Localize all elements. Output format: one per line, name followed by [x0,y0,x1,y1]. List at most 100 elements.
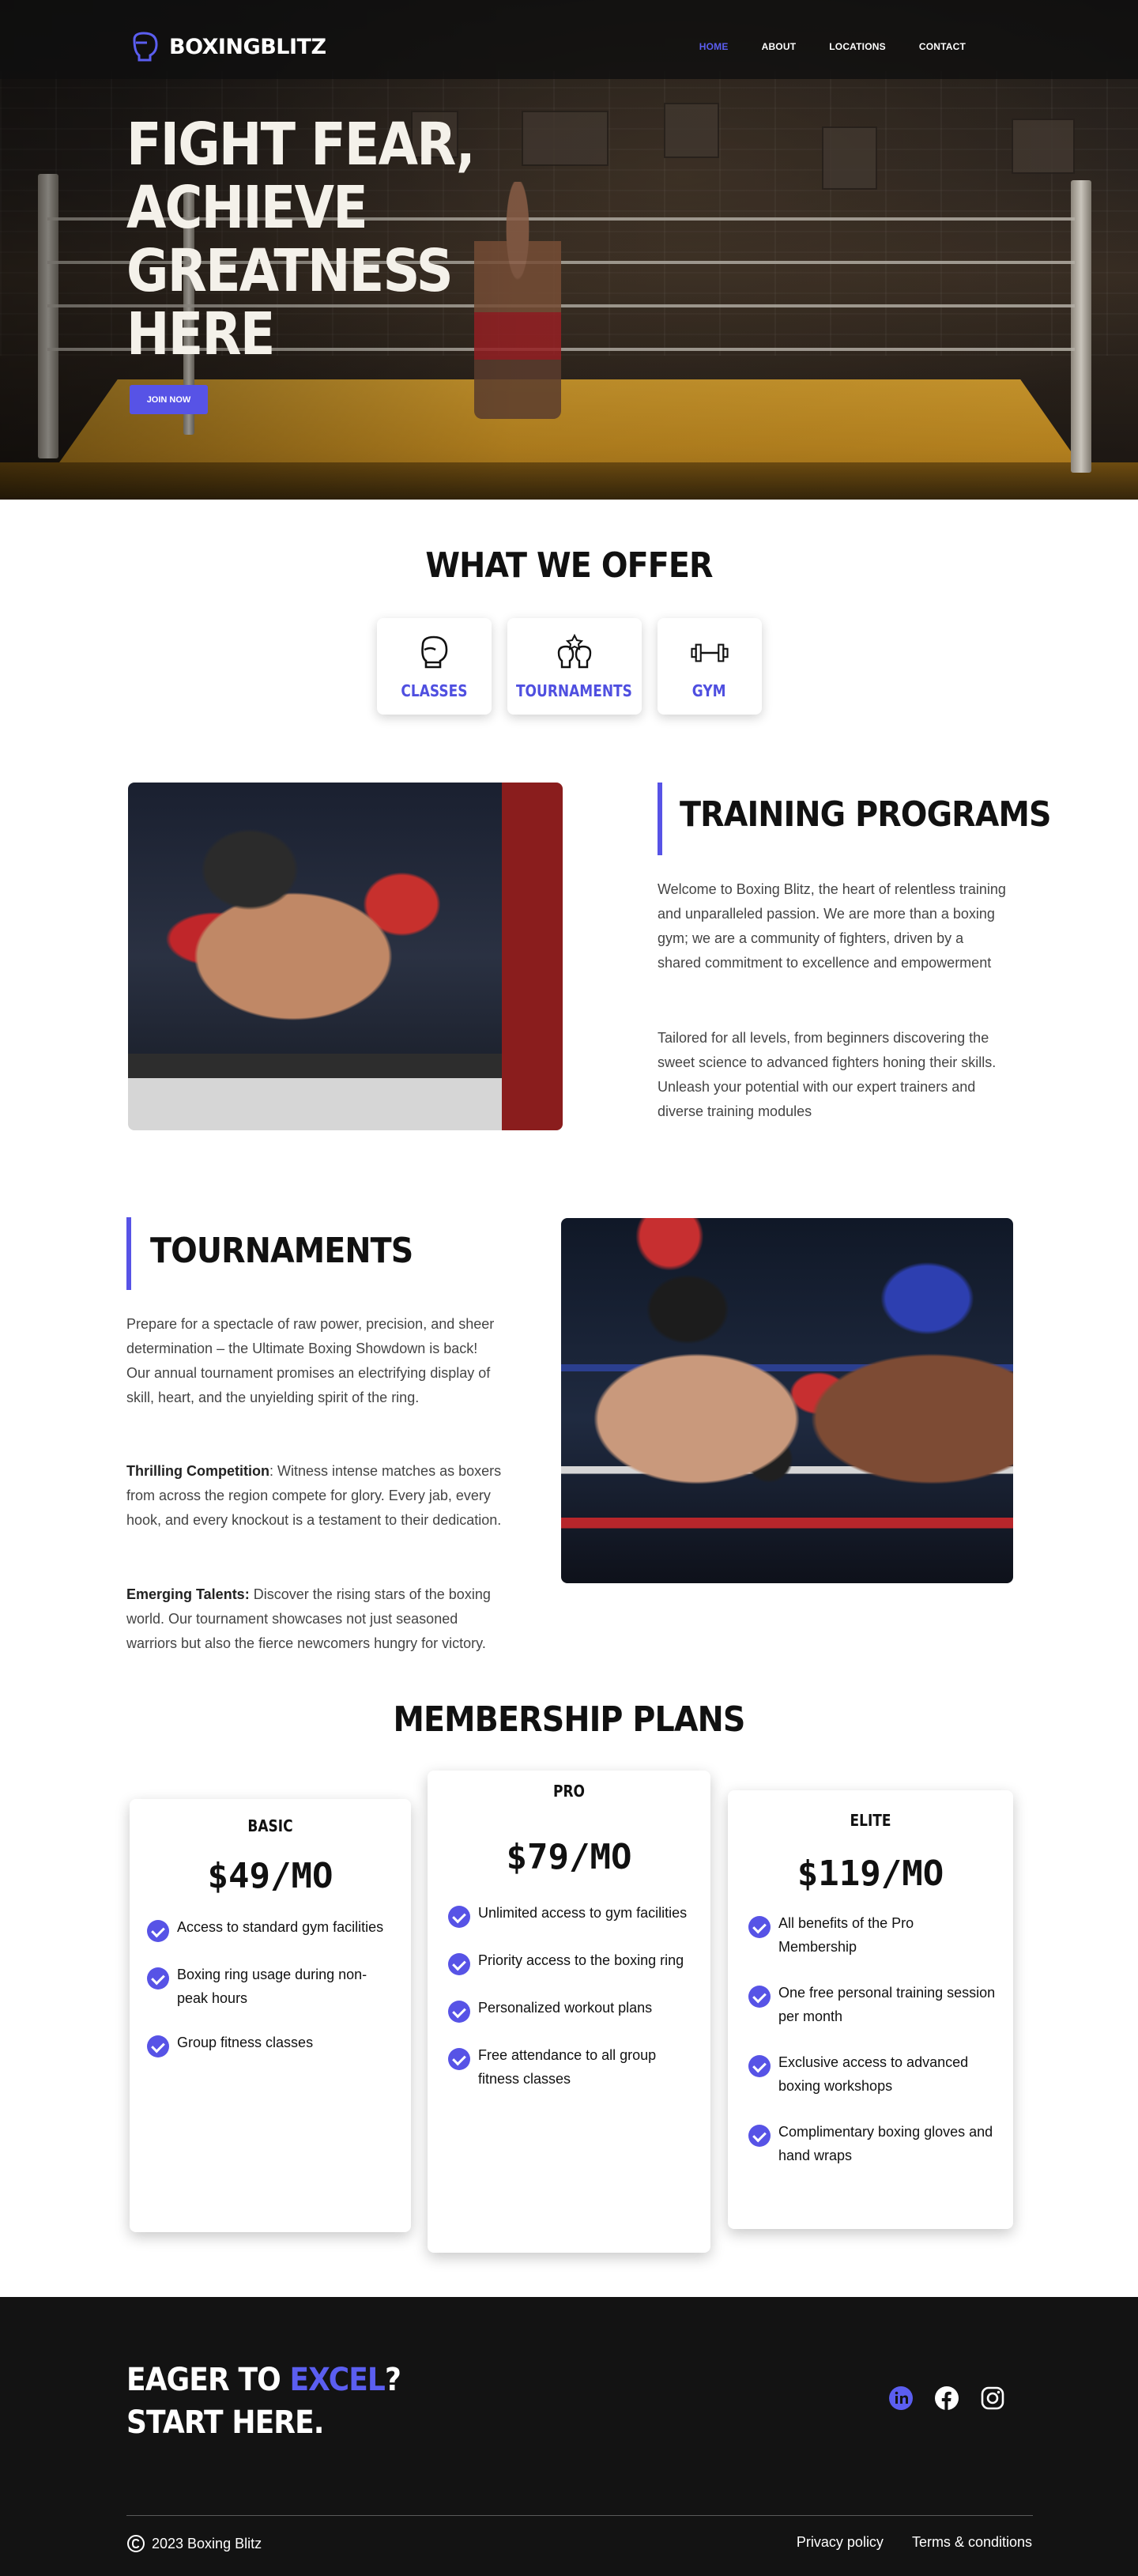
plan-card-pro[interactable]: PRO $79/MO Unlimited access to gym facil… [428,1771,710,2253]
plan-name: BASIC [247,1816,293,1835]
tournaments-detail: Emerging Talents: Discover the rising st… [126,1582,502,1656]
check-icon [748,1986,771,2008]
plan-feature: Complimentary boxing gloves and hand wra… [748,2120,996,2167]
plan-feature: All benefits of the Pro Membership [748,1911,996,1959]
offer-label: GYM [692,681,726,700]
hero-title: FIGHT FEAR, ACHIEVE GREATNESS HERE [126,113,488,366]
privacy-policy-link[interactable]: Privacy policy [797,2534,884,2551]
footer-divider [126,2515,1033,2516]
feature-text: Boxing ring usage during non-peak hours [177,1967,367,2006]
offer-label: TOURNAMENTS [516,681,632,700]
join-now-button[interactable]: JOIN NOW [130,385,208,414]
hero-title-line: FIGHT FEAR, [126,111,476,179]
plan-feature: Exclusive access to advanced boxing work… [748,2050,996,2098]
check-icon [748,1916,771,1938]
feature-text: All benefits of the Pro Membership [778,1915,914,1955]
training-paragraph: Tailored for all levels, from beginners … [658,1030,997,1119]
check-icon [448,2048,470,2070]
trophy-gloves-icon [557,633,591,669]
feature-text: One free personal training session per m… [778,1985,996,2024]
plan-feature: Free attendance to all group fitness cla… [448,2043,693,2091]
check-icon [147,2035,169,2057]
footer-links: Privacy policy Terms & conditions [797,2534,1032,2551]
feature-text: Group fitness classes [177,2035,314,2050]
terms-link[interactable]: Terms & conditions [912,2534,1032,2551]
plan-card-elite[interactable]: ELITE $119/MO All benefits of the Pro Me… [728,1790,1013,2229]
check-icon [147,1920,169,1942]
check-icon [748,2055,771,2077]
copyright-text: 2023 Boxing Blitz [152,2535,262,2551]
facebook-icon[interactable] [934,2386,959,2411]
plan-price: $119/MO [797,1854,944,1894]
training-title: TRAINING PROGRAMS [680,794,1052,835]
cta-line-1: EAGER TO EXCEL? [126,2359,401,2401]
plan-feature: Personalized workout plans [448,1996,693,2023]
plan-features: Access to standard gym facilities Boxing… [130,1896,411,2057]
training-paragraph: Welcome to Boxing Blitz, the heart of re… [658,881,1006,971]
detail-lead: Thrilling Competition [126,1463,269,1479]
social-links [888,2386,1005,2411]
nav-contact[interactable]: CONTACT [919,41,966,52]
plan-feature: Boxing ring usage during non-peak hours [147,1963,394,2010]
check-icon [147,1967,169,1990]
feature-text: Complimentary boxing gloves and hand wra… [778,2124,993,2163]
boxing-glove-logo-icon [133,32,158,62]
plan-feature: Access to standard gym facilities [147,1915,394,1942]
nav-links: HOME ABOUT LOCATIONS CONTACT [699,41,966,52]
linkedin-icon[interactable] [888,2386,914,2411]
offer-card-classes[interactable]: CLASSES [376,618,492,715]
plan-price: $79/MO [506,1837,632,1877]
copyright-icon [127,2535,145,2552]
cta-post: ? [384,2362,401,2398]
nav-locations[interactable]: LOCATIONS [829,41,886,52]
hero-section: BOXINGBLITZ HOME ABOUT LOCATIONS CONTACT… [0,0,1138,500]
plan-price: $49/MO [207,1856,333,1896]
brand-logo[interactable]: BOXINGBLITZ [128,30,326,63]
top-navbar: BOXINGBLITZ HOME ABOUT LOCATIONS CONTACT [0,0,1138,79]
hero-title-line: GREATNESS [126,237,454,305]
offer-cards: CLASSES TOURNAMENTS GYM [0,618,1138,715]
plan-features: All benefits of the Pro Membership One f… [728,1894,1013,2167]
offer-label: CLASSES [400,681,468,700]
offer-card-tournaments[interactable]: TOURNAMENTS [507,618,642,715]
plan-card-basic[interactable]: BASIC $49/MO Access to standard gym faci… [130,1799,411,2232]
plan-name: ELITE [850,1811,891,1830]
hero-title-line: HERE [126,300,275,368]
dumbbell-icon [690,643,729,662]
training-photo [128,783,563,1130]
plan-feature: Group fitness classes [147,2031,394,2057]
cta-line-2: START HERE. [126,2404,324,2441]
feature-text: Personalized workout plans [478,2000,653,2016]
check-icon [448,2001,470,2023]
offer-card-gym[interactable]: GYM [657,618,762,715]
plan-feature: One free personal training session per m… [748,1981,996,2028]
offer-title: WHAT WE OFFER [425,545,713,586]
plan-feature: Priority access to the boxing ring [448,1948,693,1975]
nav-home[interactable]: HOME [699,41,729,52]
feature-text: Exclusive access to advanced boxing work… [778,2054,969,2094]
brand-name: BOXINGBLITZ [169,34,326,59]
nav-about[interactable]: ABOUT [762,41,797,52]
feature-text: Access to standard gym facilities [177,1919,384,1935]
check-icon [448,1953,470,1975]
plan-feature: Unlimited access to gym facilities [448,1901,693,1928]
heading-accent-bar [126,1217,131,1290]
heading-accent-bar [658,783,662,855]
detail-lead: Emerging Talents: [126,1586,250,1602]
footer-cta: EAGER TO EXCEL? START HERE. [126,2359,401,2444]
check-icon [748,2125,771,2147]
cta-accent: EXCEL [289,2362,385,2398]
footer: EAGER TO EXCEL? START HERE. 2023 Boxing … [0,2297,1138,2576]
copyright: 2023 Boxing Blitz [126,2534,262,2553]
membership-title: MEMBERSHIP PLANS [393,1699,746,1740]
instagram-icon[interactable] [980,2386,1005,2411]
tournaments-intro: Prepare for a spectacle of raw power, pr… [126,1316,495,1405]
tournaments-photo [561,1218,1013,1583]
cta-pre: EAGER TO [126,2362,290,2398]
feature-text: Priority access to the boxing ring [478,1952,684,1968]
plan-features: Unlimited access to gym facilities Prior… [428,1877,710,2091]
feature-text: Unlimited access to gym facilities [478,1905,688,1921]
tournaments-title: TOURNAMENTS [150,1231,413,1271]
plan-name: PRO [552,1782,586,1801]
hero-title-line: ACHIEVE [126,174,368,242]
